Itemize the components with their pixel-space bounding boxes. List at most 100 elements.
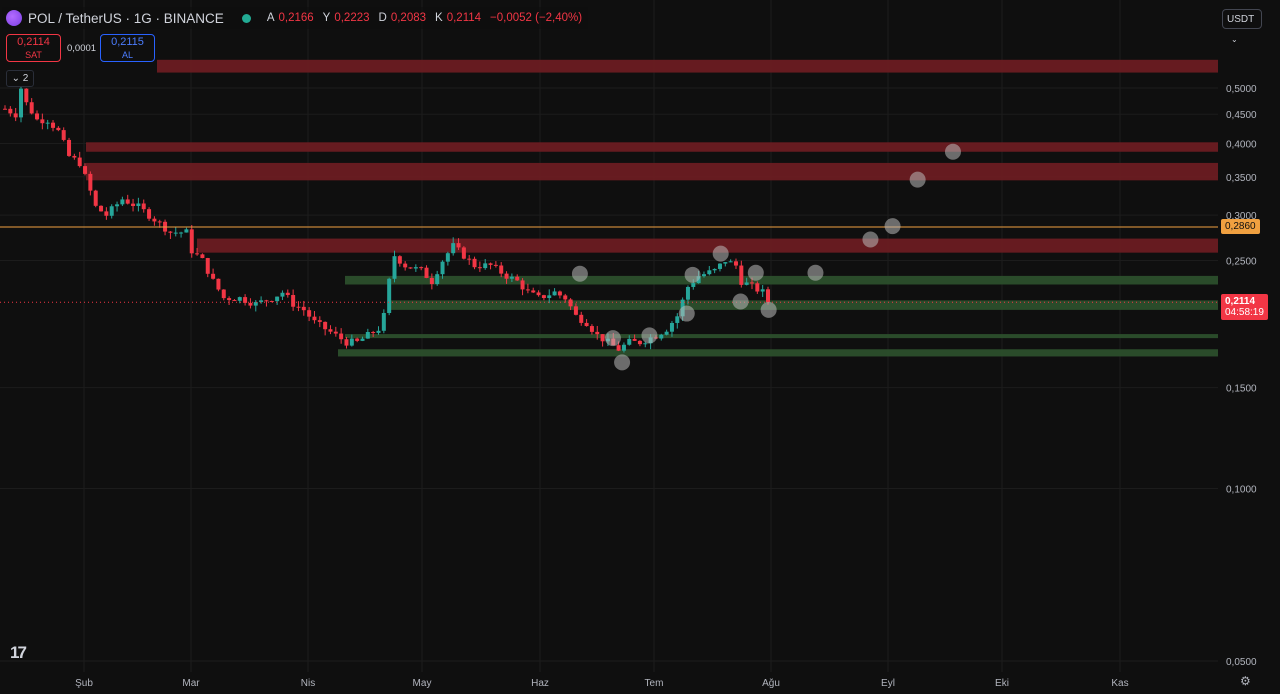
candle-body: [280, 292, 285, 297]
candle-body: [595, 331, 600, 335]
price-chart[interactable]: 0,50000,45000,40000,35000,30000,25000,15…: [0, 0, 1280, 694]
candle-body: [755, 283, 760, 292]
candle-body: [205, 258, 210, 274]
marker-circle: [732, 293, 749, 310]
candle-body: [547, 295, 552, 299]
candle-body: [520, 280, 525, 290]
marker-circle: [712, 245, 729, 262]
symbol-title[interactable]: POL / TetherUS · 1G · BINANCE: [28, 11, 224, 26]
spread-value: 0,0001: [67, 43, 97, 54]
candle-body: [237, 297, 242, 301]
support-zone: [345, 334, 1218, 339]
candle-body: [493, 264, 498, 266]
candle-body: [536, 292, 541, 296]
marker-circle: [678, 305, 695, 322]
x-tick-label: Eki: [995, 678, 1009, 689]
horizontal-line-value: 0,2860: [1225, 221, 1256, 232]
candle-body: [739, 265, 744, 285]
tradingview-logo-icon[interactable]: 17: [10, 643, 27, 663]
candle-body: [365, 332, 370, 339]
x-tick-label: May: [413, 678, 432, 689]
candle-body: [189, 229, 194, 254]
candle-body: [477, 267, 482, 269]
candle-body: [424, 267, 429, 278]
close-label: K: [435, 12, 443, 24]
candle-body: [72, 155, 77, 158]
low-value: 0,2083: [390, 12, 427, 24]
candle-body: [253, 302, 258, 306]
candle-body: [627, 338, 632, 345]
zones-layer: [86, 59, 1218, 357]
resistance-zone: [86, 162, 1218, 181]
candle-body: [248, 302, 253, 306]
candle-body: [451, 243, 456, 254]
candle-body: [643, 343, 648, 345]
candle-body: [152, 218, 157, 222]
candles-layer: [3, 86, 770, 353]
candle-body: [3, 108, 7, 110]
candle-body: [13, 113, 18, 118]
candle-body: [525, 289, 530, 291]
candle-body: [307, 310, 312, 317]
candle-body: [371, 332, 376, 334]
candle-body: [766, 289, 770, 303]
candle-body: [317, 320, 322, 322]
marker-circle: [641, 327, 658, 344]
candle-body: [88, 173, 93, 191]
candle-body: [216, 278, 221, 290]
indicators-toggle[interactable]: ⌄ 2: [6, 70, 34, 87]
candle-body: [568, 299, 573, 307]
candle-body: [509, 276, 514, 279]
candle-body: [456, 243, 461, 248]
marker-circle: [614, 354, 631, 371]
candle-body: [483, 263, 488, 269]
candle-body: [131, 203, 136, 207]
support-zone: [338, 349, 1218, 357]
candle-body: [515, 276, 520, 281]
y-tick-label: 0,5000: [1226, 84, 1257, 95]
candle-body: [584, 322, 589, 327]
candle-body: [749, 282, 754, 284]
candle-body: [728, 261, 733, 263]
candle-body: [541, 295, 546, 299]
marker-circle: [747, 264, 764, 281]
close-value: 0,2114: [446, 12, 482, 24]
candle-body: [168, 231, 173, 233]
candle-body: [93, 190, 98, 206]
candle-body: [504, 273, 509, 279]
x-tick-label: Eyl: [881, 678, 895, 689]
pol-logo-icon: [6, 10, 22, 26]
candle-body: [472, 258, 477, 268]
candle-body: [51, 122, 56, 128]
candle-body: [637, 340, 642, 345]
currency-select[interactable]: USDT ⌄: [1222, 9, 1262, 44]
candle-body: [344, 339, 349, 346]
candle-body: [61, 130, 66, 140]
marker-circle: [604, 330, 621, 347]
marker-circle: [909, 171, 926, 188]
last-price-label: 0,2114 04:58:19: [1221, 294, 1268, 321]
bar-countdown: 04:58:19: [1225, 307, 1264, 319]
candle-body: [115, 204, 120, 207]
candle-body: [552, 291, 557, 296]
x-tick-label: Ağu: [762, 678, 780, 689]
candle-body: [403, 263, 408, 268]
candle-body: [99, 205, 104, 212]
gear-icon[interactable]: ⚙: [1240, 674, 1251, 688]
y-tick-label: 0,3500: [1226, 173, 1257, 184]
candle-body: [77, 157, 82, 167]
candle-body: [67, 139, 72, 156]
candle-body: [435, 274, 440, 285]
candle-body: [573, 306, 578, 315]
candle-body: [227, 298, 232, 301]
high-value: 0,2223: [334, 12, 370, 24]
open-value: 0,2166: [278, 12, 314, 24]
sell-button[interactable]: 0,2114 SAT: [6, 34, 61, 62]
candle-body: [600, 334, 605, 342]
x-tick-label: Haz: [531, 678, 549, 689]
candle-body: [488, 263, 493, 265]
price-axis: 0,50000,45000,40000,35000,30000,25000,15…: [1226, 84, 1257, 668]
low-label: D: [378, 12, 387, 24]
buy-button[interactable]: 0,2115 AL: [100, 34, 155, 62]
candle-body: [173, 232, 178, 234]
